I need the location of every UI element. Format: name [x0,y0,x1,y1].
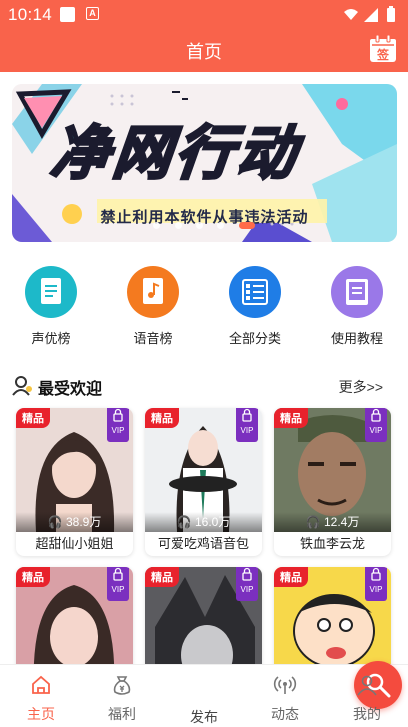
vip-badge: VIP [107,408,129,442]
category-row: 声优榜 语音榜 全部分类 使用教程 [0,266,408,348]
nav-label: 发布 [190,709,218,725]
bottom-nav: 主页 福利 发布 动态 我的 [0,661,408,727]
vip-badge: VIP [365,408,387,442]
page-title: 首页 [186,42,222,62]
carousel-dot [174,222,182,229]
sign-label: 签 [376,47,390,62]
header-bar: 10:14 A 首页 签 [0,0,408,72]
premium-badge: 精品 [145,567,179,587]
premium-badge: 精品 [274,567,308,587]
carousel-dot-active [238,222,255,229]
money-bag-icon [113,676,131,695]
nav-publish[interactable]: 发布 [174,661,402,727]
app-screen: 10:14 A 首页 签 净网行动 禁止利用本软件从事违法活动 声优榜 语音榜 … [0,0,408,727]
carousel-dot [153,222,161,229]
voice-pack-name: 超甜仙小姐姐 [35,536,114,551]
vip-label: VIP [369,585,383,594]
lock-icon [371,408,381,422]
nav-label: 福利 [108,706,136,722]
vip-badge: VIP [107,567,129,601]
lock-icon [113,408,123,422]
play-count-value: 16.0万 [194,515,231,529]
section-title: 最受欢迎 [38,381,103,398]
carousel-dot [217,222,225,229]
lock-icon [242,567,252,581]
lock-icon [242,408,252,422]
premium-badge: 精品 [16,408,50,428]
category-all[interactable]: 全部分类 [215,266,295,347]
calendar-sign-icon: 签 [370,34,396,62]
voice-pack-name: 铁血李云龙 [299,536,365,551]
play-count-value: 38.9万 [65,515,102,529]
broadcast-icon [273,676,297,694]
vip-label: VIP [369,426,383,435]
voice-pack-card[interactable]: 精品 VIP 🎧 38.9万 超甜仙小姐姐 [16,408,133,556]
nav-feed[interactable]: 动态 [255,673,315,724]
nav-home[interactable]: 主页 [11,673,71,724]
notification-icon [60,7,75,22]
play-count: 🎧 16.0万 [145,512,262,532]
user-icon [357,675,377,696]
category-voice-rank[interactable]: 语音榜 [113,266,193,347]
audio-doc-icon [127,266,179,318]
category-label: 语音榜 [133,331,173,346]
users-icon [12,376,32,396]
voice-pack-card[interactable]: 精品 VIP 🎧 12.4万 铁血李云龙 [274,408,391,556]
nav-label: 动态 [271,706,299,722]
vip-badge: VIP [365,567,387,601]
vip-badge: VIP [236,567,258,601]
headphones-icon: 🎧 [305,515,321,529]
voice-pack-card[interactable]: 精品 VIP 🎧 16.0万 可爱吃鸡语音包 [145,408,262,556]
list-icon [229,266,281,318]
banner-title: 净网行动 [47,120,305,188]
category-label: 全部分类 [228,331,281,346]
more-link[interactable]: 更多>> [339,377,383,397]
vip-badge: VIP [236,408,258,442]
book-icon [331,266,383,318]
nav-profile[interactable]: 我的 [337,673,397,724]
play-count: 🎧 38.9万 [16,512,133,532]
vip-label: VIP [111,585,125,594]
app-notification-icon: A [86,7,99,20]
category-tutorial[interactable]: 使用教程 [317,266,397,347]
carousel-indicator [0,216,408,234]
category-label: 声优榜 [31,331,71,346]
sign-in-button[interactable]: 签 [368,34,398,64]
lock-icon [371,567,381,581]
play-count: 🎧 12.4万 [274,512,391,532]
home-icon [32,675,50,694]
vip-label: VIP [111,426,125,435]
headphones-icon: 🎧 [176,515,192,529]
status-bar: 10:14 A [0,0,408,30]
category-label: 使用教程 [330,331,383,346]
document-icon [25,266,77,318]
headphones-icon: 🎧 [47,515,63,529]
status-time: 10:14 [8,5,53,24]
vip-label: VIP [240,426,254,435]
voice-pack-name: 可爱吃鸡语音包 [157,536,249,551]
popular-section-header: 最受欢迎 更多>> [12,374,397,398]
category-voice-actor-rank[interactable]: 声优榜 [11,266,91,347]
nav-welfare[interactable]: 福利 [92,673,152,724]
nav-label: 我的 [353,706,381,722]
premium-badge: 精品 [274,408,308,428]
lock-icon [113,567,123,581]
premium-badge: 精品 [16,567,50,587]
system-icons [344,6,395,22]
play-count-value: 12.4万 [323,515,360,529]
premium-badge: 精品 [145,408,179,428]
vip-label: VIP [240,585,254,594]
carousel-dot [196,222,203,229]
nav-label: 主页 [27,706,55,722]
